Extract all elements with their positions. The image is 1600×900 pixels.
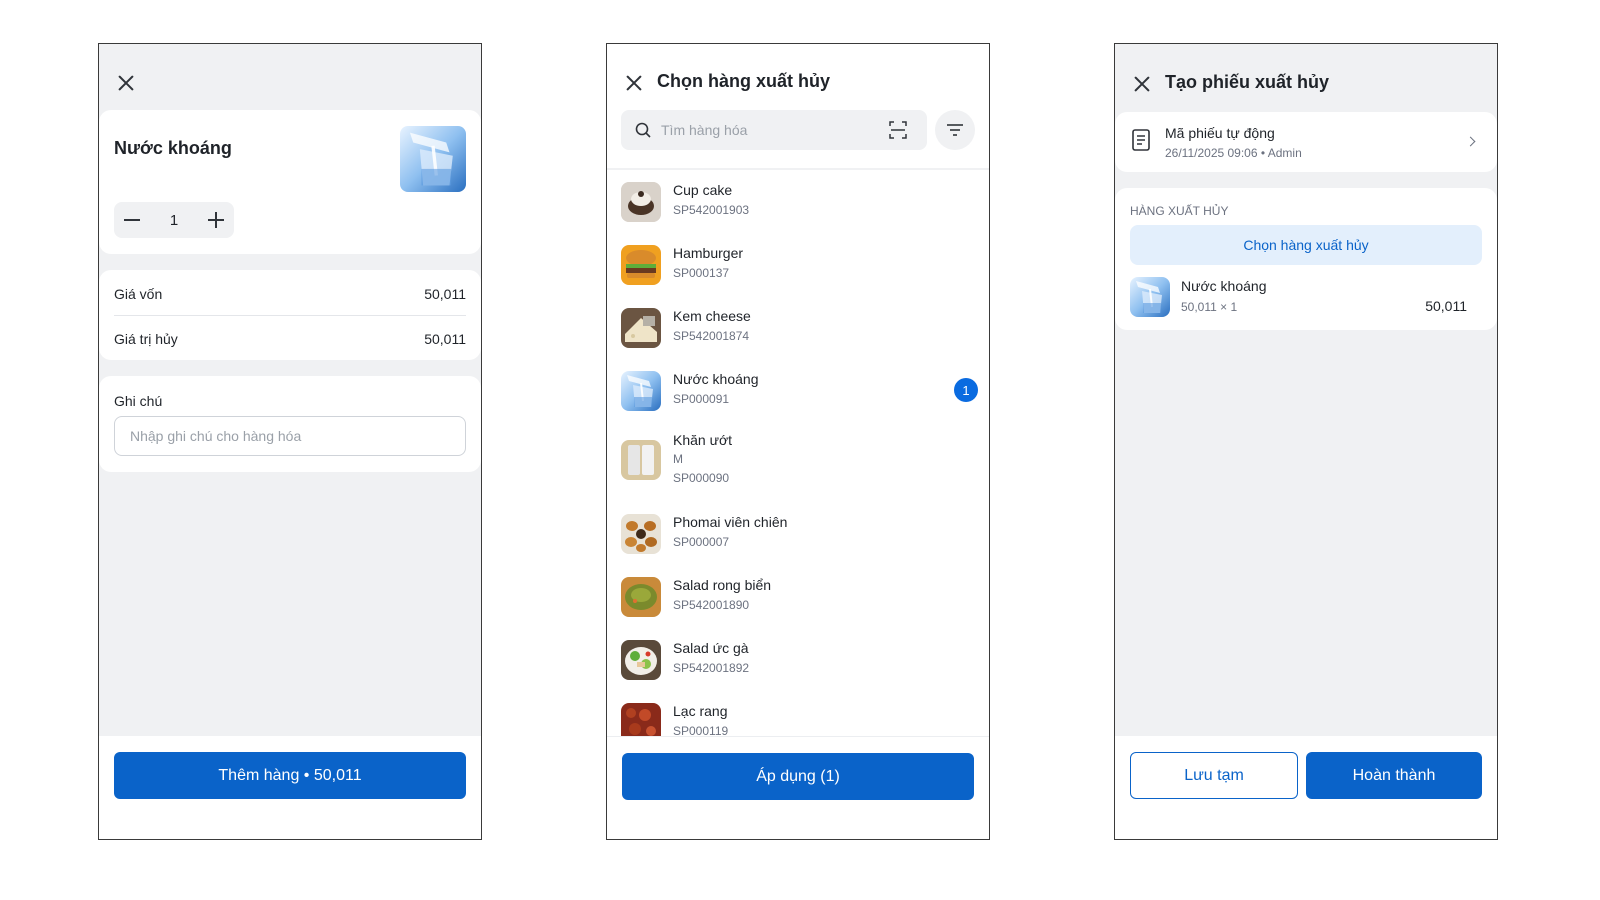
item-name: Kem cheese <box>673 308 751 324</box>
product-name: Nước khoáng <box>114 138 232 158</box>
cost-card: Giá vốn 50,011 Giá trị hủy 50,011 <box>99 270 481 360</box>
list-item[interactable]: Hamburger SP000137 <box>621 241 977 291</box>
filter-button[interactable] <box>935 110 975 150</box>
item-name: Cup cake <box>673 182 733 198</box>
disposal-items-card: HÀNG XUẤT HỦY Chọn hàng xuất hủy Nước kh… <box>1115 188 1497 330</box>
save-draft-button[interactable]: Lưu tạm <box>1130 752 1298 799</box>
complete-button[interactable]: Hoàn thành <box>1306 752 1482 799</box>
product-detail-screen: Nước khoáng 1 Giá vốn 50,011 Giá trị hủy… <box>98 43 482 840</box>
water-thumb <box>621 371 661 411</box>
fried-cheese-thumb <box>621 514 661 554</box>
search-placeholder: Tìm hàng hóa <box>661 122 748 138</box>
cost-value: 50,011 <box>424 286 466 302</box>
bottom-bar: Lưu tạm Hoàn thành <box>1115 736 1497 839</box>
item-code: SP000091 <box>673 392 730 406</box>
minus-icon[interactable] <box>124 219 140 221</box>
cost-row: Giá vốn 50,011 <box>114 286 466 302</box>
list-item[interactable]: Lạc rang SP000119 <box>621 699 977 736</box>
item-name: Lạc rang <box>673 703 728 719</box>
list-item[interactable]: Salad rong biển SP542001890 <box>621 573 977 623</box>
item-code: SP000007 <box>673 535 730 549</box>
note-label: Ghi chú <box>114 393 163 409</box>
item-code: SP542001874 <box>673 329 750 343</box>
dispose-value-label: Giá trị hủy <box>114 331 178 347</box>
close-icon[interactable] <box>625 74 643 92</box>
page-title: Chọn hàng xuất hủy <box>657 71 830 91</box>
search-icon <box>635 122 651 138</box>
item-code: SP000119 <box>673 724 729 736</box>
divider <box>114 315 466 316</box>
seaweed-salad-thumb <box>621 577 661 617</box>
bottom-bar: Áp dụng (1) <box>607 736 989 839</box>
chevron-right-icon <box>1465 136 1476 147</box>
quantity-badge: 1 <box>954 378 978 402</box>
quantity-stepper: 1 <box>114 202 234 238</box>
quantity-value[interactable]: 1 <box>170 212 178 229</box>
item-name: Salad ức gà <box>673 640 749 656</box>
ticket-meta: 26/11/2025 09:06 • Admin <box>1165 146 1302 160</box>
chicken-salad-thumb <box>621 640 661 680</box>
item-name: Nước khoáng <box>673 371 759 387</box>
apply-button[interactable]: Áp dụng (1) <box>622 753 974 800</box>
product-card: Nước khoáng 1 <box>99 110 481 254</box>
create-disposal-screen: Tạo phiếu xuất hủy Mã phiếu tự động 26/1… <box>1114 43 1498 840</box>
close-icon[interactable] <box>117 74 135 92</box>
choose-items-button[interactable]: Chọn hàng xuất hủy <box>1130 225 1482 265</box>
item-name: Nước khoáng <box>1181 278 1267 294</box>
cupcake-thumb <box>621 182 661 222</box>
filter-icon <box>947 124 963 136</box>
dispose-value-row: Giá trị hủy 50,011 <box>114 331 466 347</box>
item-code: SP000090 <box>673 471 730 485</box>
list-item[interactable]: Nước khoáng SP000091 1 <box>621 367 978 417</box>
list-item[interactable]: Cup cake SP542001903 <box>621 178 977 228</box>
document-icon <box>1132 129 1150 151</box>
product-list: Cup cake SP542001903 Hamburger SP000137 … <box>607 168 989 736</box>
search-input[interactable]: Tìm hàng hóa <box>621 110 927 150</box>
list-item[interactable]: Khăn ướt M SP000090 <box>621 430 977 498</box>
barcode-scan-icon[interactable] <box>889 121 907 139</box>
note-input[interactable]: Nhập ghi chú cho hàng hóa <box>114 416 466 456</box>
select-items-screen: Chọn hàng xuất hủy Tìm hàng hóa Cup cake… <box>606 43 990 840</box>
cost-label: Giá vốn <box>114 286 163 302</box>
note-card: Ghi chú Nhập ghi chú cho hàng hóa <box>99 376 481 472</box>
page-title: Tạo phiếu xuất hủy <box>1165 72 1330 92</box>
list-item[interactable]: Salad ức gà SP542001892 <box>621 636 977 686</box>
list-item[interactable]: Phomai viên chiên SP000007 <box>621 510 977 560</box>
ticket-card[interactable]: Mã phiếu tự động 26/11/2025 09:06 • Admi… <box>1115 112 1497 172</box>
item-name: Hamburger <box>673 245 744 261</box>
bottom-bar: Thêm hàng • 50,011 <box>99 736 481 839</box>
item-variant: M <box>673 452 683 466</box>
list-item[interactable]: Kem cheese SP542001874 <box>621 304 977 354</box>
item-calc: 50,011 × 1 <box>1181 300 1238 314</box>
dispose-value: 50,011 <box>424 331 466 347</box>
item-name: Phomai viên chiên <box>673 514 788 530</box>
item-total: 50,011 <box>1425 298 1467 314</box>
item-code: SP542001890 <box>673 598 750 612</box>
product-image <box>400 126 466 192</box>
plus-icon[interactable] <box>208 212 224 228</box>
item-name: Salad rong biển <box>673 577 772 593</box>
water-thumb <box>1130 277 1170 317</box>
item-code: SP542001903 <box>673 203 750 217</box>
cheese-thumb <box>621 308 661 348</box>
peanuts-thumb <box>621 703 661 736</box>
ticket-code: Mã phiếu tự động <box>1165 125 1275 141</box>
close-icon[interactable] <box>1133 75 1151 93</box>
item-name: Khăn ướt <box>673 432 733 448</box>
hamburger-thumb <box>621 245 661 285</box>
section-label: HÀNG XUẤT HỦY <box>1130 204 1229 218</box>
add-item-button[interactable]: Thêm hàng • 50,011 <box>114 752 466 799</box>
item-code: SP542001892 <box>673 661 750 675</box>
item-code: SP000137 <box>673 266 730 280</box>
wet-wipes-thumb <box>621 440 661 480</box>
